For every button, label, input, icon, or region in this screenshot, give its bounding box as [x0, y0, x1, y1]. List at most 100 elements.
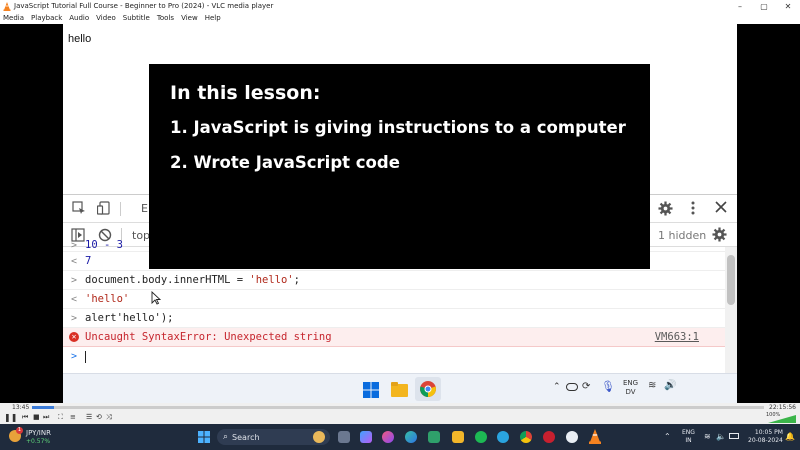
result-prompt: <	[70, 255, 78, 267]
clock[interactable]: 10:05 PM 20-08-2024	[748, 429, 783, 445]
wifi-icon: ≋	[648, 380, 657, 391]
menu-media[interactable]: Media	[3, 14, 24, 22]
language-bottom: DV	[625, 388, 636, 396]
menu-view[interactable]: View	[181, 14, 198, 22]
video-windows-taskbar: ⌃ ⟳ 🎙 ENG DV ≋ 🔊	[63, 373, 737, 403]
next-icon[interactable]: ⏭	[43, 413, 49, 422]
clock-time: 10:05 PM	[754, 429, 783, 436]
menu-subtitle[interactable]: Subtitle	[123, 14, 150, 22]
volume-slider[interactable]	[768, 415, 796, 423]
shuffle-icon[interactable]: ⤨	[106, 413, 112, 422]
edge-icon[interactable]	[405, 431, 417, 443]
screen: JavaScript Tutorial Full Course - Beginn…	[0, 0, 800, 450]
error-source-link[interactable]: VM663:1	[655, 331, 699, 343]
console-error-line: ✕ Uncaught SyntaxError: Unexpected strin…	[63, 328, 725, 347]
speaker-icon: 🔊	[664, 380, 677, 391]
task-view-icon[interactable]	[338, 431, 350, 443]
input-prompt: >	[70, 351, 78, 362]
app-red-icon[interactable]	[543, 431, 555, 443]
inspect-icon[interactable]	[72, 201, 86, 219]
player-controls: ❚❚ ⏮ ■ ⏭ ⛶ ≡ ☰ ⟲ ⤨ 100%	[0, 412, 800, 424]
console-input-text: 10 - 3	[85, 239, 123, 251]
fullscreen-icon[interactable]: ⛶	[58, 413, 63, 422]
console-result-text: 'hello'	[85, 293, 130, 305]
console-line: > alert'hello');	[63, 309, 725, 328]
cloud-icon	[566, 383, 578, 391]
settings-gear-icon[interactable]	[658, 201, 673, 220]
console-input-suffix: ;	[293, 274, 300, 286]
clock-date: 20-08-2024	[748, 437, 783, 444]
menu-tools[interactable]: Tools	[157, 14, 174, 22]
console-string-literal: 'hello'	[249, 274, 294, 286]
language-indicator[interactable]: ENG IN	[682, 429, 695, 445]
console-line: < 'hello'	[63, 290, 725, 309]
seek-progress	[32, 406, 54, 409]
ticker-label: JPY/INR	[26, 429, 51, 437]
video-area[interactable]: hello El top 1 hidden > 10 - 3 < 7 > doc…	[0, 24, 800, 403]
mouse-cursor-icon	[151, 290, 162, 308]
battery-icon[interactable]	[729, 433, 739, 439]
search-highlight-icon	[313, 431, 325, 443]
tray-chevron-icon[interactable]: ⌃	[664, 432, 671, 441]
menu-video[interactable]: Video	[96, 14, 116, 22]
file-explorer-icon	[391, 382, 408, 397]
more-options-icon[interactable]	[690, 200, 696, 220]
spotify-icon[interactable]	[475, 431, 487, 443]
store-icon[interactable]	[428, 431, 440, 443]
stop-icon[interactable]: ■	[33, 413, 40, 421]
folder-icon[interactable]	[452, 431, 464, 443]
language-top: ENG	[623, 379, 639, 387]
console-result-text: 7	[85, 255, 92, 267]
menu-audio[interactable]: Audio	[69, 14, 89, 22]
copilot-icon[interactable]	[360, 431, 372, 443]
chrome-taskbar-icon[interactable]	[520, 431, 532, 443]
close-devtools-icon[interactable]	[715, 201, 727, 217]
search-label: Search	[232, 432, 260, 442]
elapsed-time: 13:45	[12, 404, 30, 411]
app-icon[interactable]	[382, 431, 394, 443]
console-line: > document.body.innerHTML = 'hello';	[63, 271, 725, 290]
taskbar-search[interactable]: ⌕ Search	[217, 429, 330, 445]
overlay-item: 2. Wrote JavaScript code	[170, 153, 400, 172]
pause-icon[interactable]: ❚❚	[4, 413, 17, 422]
start-icon[interactable]	[198, 431, 210, 443]
playlist-icon[interactable]: ☰	[86, 413, 92, 421]
console-input-text: alert'hello');	[85, 312, 174, 324]
seek-row: 13:45 22:15:56	[0, 403, 800, 412]
error-icon: ✕	[69, 332, 79, 342]
maximize-button[interactable]: ▢	[752, 2, 776, 11]
language-bottom: IN	[685, 437, 692, 444]
microphone-icon: 🎙	[601, 380, 615, 393]
host-windows-taskbar: 1 JPY/INR +0.57% ⌕ Search ⌃ ENG IN ≋ 🔈 1…	[0, 424, 800, 450]
telegram-icon[interactable]	[497, 431, 509, 443]
device-toggle-icon[interactable]	[96, 201, 111, 219]
vlc-taskbar-icon[interactable]	[589, 429, 601, 444]
speaker-icon[interactable]: 🔈	[716, 432, 726, 441]
language-top: ENG	[682, 429, 695, 436]
close-button[interactable]: ✕	[776, 2, 800, 11]
toolbar-divider	[120, 202, 121, 216]
result-prompt: <	[70, 293, 78, 305]
console-input-line[interactable]: >	[63, 347, 725, 366]
overlay-item: 1. JavaScript is giving instructions to …	[170, 118, 626, 137]
seek-bar[interactable]	[32, 406, 764, 409]
previous-icon[interactable]: ⏮	[22, 413, 28, 422]
wifi-icon[interactable]: ≋	[704, 432, 711, 441]
console-input-text: document.body.innerHTML =	[85, 274, 250, 286]
error-message: Uncaught SyntaxError: Unexpected string	[85, 331, 332, 343]
notification-bell-icon[interactable]: 🔔	[785, 432, 795, 441]
loop-icon[interactable]: ⟲	[96, 413, 102, 421]
total-time: 22:15:56	[769, 404, 796, 411]
menu-help[interactable]: Help	[205, 14, 221, 22]
lesson-overlay: In this lesson: 1. JavaScript is giving …	[149, 64, 650, 269]
vlc-title-bar: JavaScript Tutorial Full Course - Beginn…	[0, 0, 800, 12]
input-prompt: >	[70, 239, 78, 251]
extended-settings-icon[interactable]: ≡	[70, 413, 76, 421]
text-caret	[85, 350, 86, 363]
minimize-button[interactable]: –	[728, 2, 752, 11]
console-scroll-thumb[interactable]	[727, 255, 735, 305]
cloud-app-icon[interactable]	[566, 431, 578, 443]
menu-playback[interactable]: Playback	[31, 14, 62, 22]
input-prompt: >	[70, 274, 78, 286]
page-output-text: hello	[68, 33, 92, 45]
